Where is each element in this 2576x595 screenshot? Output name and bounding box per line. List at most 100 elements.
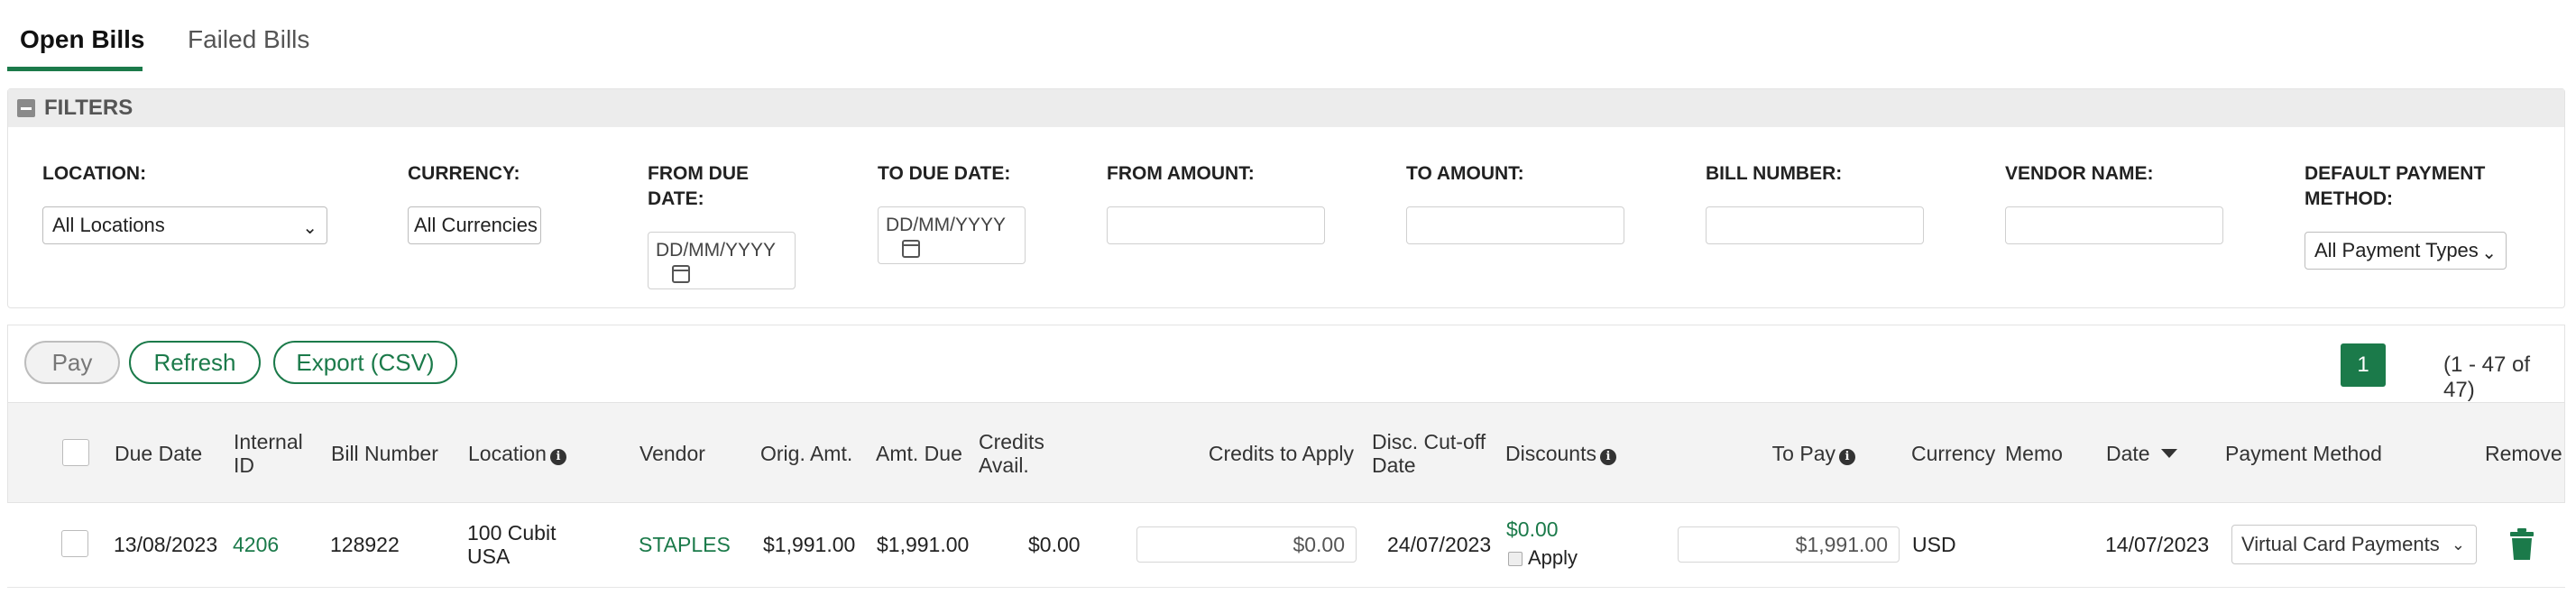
from-due-date-input[interactable]: DD/MM/YYYY bbox=[648, 232, 796, 289]
col-bill-number[interactable]: Bill Number bbox=[331, 442, 438, 465]
col-discounts[interactable]: Discounts i bbox=[1505, 442, 1616, 465]
col-internal-id-line2: ID bbox=[234, 453, 254, 477]
col-discounts-label: Discounts bbox=[1505, 442, 1596, 465]
currency-select-value: All Currencies bbox=[414, 214, 538, 236]
to-amount-label: TO AMOUNT: bbox=[1406, 163, 1524, 184]
col-due-date[interactable]: Due Date bbox=[115, 442, 202, 465]
apply-discount-checkbox[interactable] bbox=[1508, 552, 1523, 566]
tab-open-bills[interactable]: Open Bills bbox=[20, 25, 144, 54]
filters-panel: FILTERS LOCATION: All Locations ⌄ CURREN… bbox=[7, 88, 2565, 308]
refresh-button[interactable]: Refresh bbox=[129, 341, 261, 384]
col-memo[interactable]: Memo bbox=[2005, 442, 2063, 465]
location-select-value: All Locations bbox=[52, 214, 165, 236]
table-row: 13/08/2023 4206 128922 100 Cubit USA STA… bbox=[7, 503, 2565, 588]
row-due-date: 13/08/2023 bbox=[114, 533, 218, 556]
table-header: Due Date Internal ID Bill Number Locatio… bbox=[7, 402, 2565, 503]
default-payment-method-label-line2: METHOD: bbox=[2305, 188, 2393, 209]
col-to-pay-label: To Pay bbox=[1771, 442, 1835, 465]
to-due-date-label: TO DUE DATE: bbox=[878, 163, 1011, 184]
actions-bar: Pay Refresh Export (CSV) 1 (1 - 47 of 47… bbox=[7, 325, 2565, 402]
tab-failed-bills[interactable]: Failed Bills bbox=[188, 25, 309, 54]
col-location-label: Location bbox=[468, 442, 547, 465]
pay-button[interactable]: Pay bbox=[24, 341, 120, 384]
default-payment-method-value: All Payment Types bbox=[2314, 239, 2479, 261]
col-disc-cutoff-line2: Date bbox=[1372, 453, 1416, 477]
col-credits-avail-line1: Credits bbox=[979, 430, 1044, 453]
calendar-icon[interactable] bbox=[902, 240, 920, 258]
row-credits-to-apply-input[interactable]: $0.00 bbox=[1136, 526, 1357, 563]
chevron-down-icon: ⌄ bbox=[2451, 536, 2465, 554]
row-credits-avail: $0.00 bbox=[1028, 533, 1081, 556]
pagination-page-1[interactable]: 1 bbox=[2341, 343, 2386, 387]
row-to-pay-input[interactable]: $1,991.00 bbox=[1678, 526, 1900, 563]
trash-icon[interactable] bbox=[2509, 528, 2535, 561]
row-vendor-link[interactable]: STAPLES bbox=[639, 533, 731, 556]
chevron-down-icon: ⌄ bbox=[2481, 243, 2497, 263]
currency-label: CURRENCY: bbox=[408, 163, 520, 184]
pagination-info: (1 - 47 of 47) bbox=[2443, 352, 2531, 402]
from-amount-input[interactable] bbox=[1107, 206, 1325, 244]
vendor-name-label: VENDOR NAME: bbox=[2005, 163, 2154, 184]
row-internal-id-link[interactable]: 4206 bbox=[233, 533, 279, 556]
col-remove: Remove bbox=[2485, 442, 2562, 465]
to-due-date-input[interactable]: DD/MM/YYYY bbox=[878, 206, 1026, 264]
default-payment-method-label-line1: DEFAULT PAYMENT bbox=[2305, 163, 2486, 184]
from-due-date-label-line2: DATE: bbox=[648, 188, 704, 209]
col-credits-avail-line2: Avail. bbox=[979, 453, 1029, 477]
filters-header[interactable]: FILTERS bbox=[8, 89, 2564, 127]
row-location-line2: USA bbox=[467, 545, 511, 568]
col-payment-method[interactable]: Payment Method bbox=[2225, 442, 2382, 465]
tab-bar: Open Bills Failed Bills bbox=[0, 0, 2576, 72]
info-icon[interactable]: i bbox=[1839, 449, 1855, 465]
row-orig-amt: $1,991.00 bbox=[763, 533, 856, 556]
default-payment-method-select[interactable]: All Payment Types ⌄ bbox=[2305, 232, 2507, 270]
row-payment-method-value: Virtual Card Payments bbox=[2241, 533, 2440, 555]
row-payment-method-select[interactable]: Virtual Card Payments ⌄ bbox=[2231, 525, 2477, 564]
col-credits-avail[interactable]: Credits Avail. bbox=[979, 430, 1044, 477]
row-bill-number: 128922 bbox=[330, 533, 400, 556]
currency-select[interactable]: All Currencies bbox=[408, 206, 541, 244]
default-payment-method-label: DEFAULT PAYMENT METHOD: bbox=[2305, 161, 2485, 212]
col-internal-id[interactable]: Internal ID bbox=[234, 430, 303, 477]
from-due-date-placeholder: DD/MM/YYYY bbox=[656, 240, 777, 261]
row-date[interactable]: 14/07/2023 bbox=[2105, 533, 2209, 556]
active-tab-indicator bbox=[7, 67, 143, 71]
col-credits-to-apply[interactable]: Credits to Apply bbox=[1181, 442, 1354, 465]
chevron-down-icon: ⌄ bbox=[302, 218, 317, 238]
location-label: LOCATION: bbox=[42, 163, 147, 184]
col-disc-cutoff-line1: Disc. Cut-off bbox=[1372, 430, 1486, 453]
vendor-name-input[interactable] bbox=[2005, 206, 2223, 244]
to-amount-input[interactable] bbox=[1406, 206, 1624, 244]
col-orig-amt[interactable]: Orig. Amt. bbox=[760, 442, 852, 465]
col-internal-id-line1: Internal bbox=[234, 430, 303, 453]
row-disc-cutoff-date: 24/07/2023 bbox=[1387, 533, 1492, 556]
to-due-date-placeholder: DD/MM/YYYY bbox=[886, 215, 1007, 235]
col-disc-cutoff-date[interactable]: Disc. Cut-off Date bbox=[1372, 430, 1486, 477]
collapse-icon[interactable] bbox=[17, 99, 35, 117]
from-amount-label: FROM AMOUNT: bbox=[1107, 163, 1255, 184]
col-to-pay[interactable]: To Pay i bbox=[1722, 442, 1855, 465]
col-currency[interactable]: Currency bbox=[1911, 442, 1995, 465]
row-select-checkbox[interactable] bbox=[61, 530, 88, 557]
row-location-line1: 100 Cubit bbox=[467, 521, 557, 545]
location-select[interactable]: All Locations ⌄ bbox=[42, 206, 327, 244]
from-due-date-label: FROM DUE DATE: bbox=[648, 161, 749, 212]
info-icon[interactable]: i bbox=[1599, 449, 1616, 465]
bill-number-label: BILL NUMBER: bbox=[1706, 163, 1843, 184]
row-location: 100 Cubit USA bbox=[467, 521, 556, 568]
filters-title: FILTERS bbox=[44, 96, 133, 120]
export-csv-button[interactable]: Export (CSV) bbox=[273, 341, 457, 384]
info-icon[interactable]: i bbox=[549, 449, 566, 465]
col-location[interactable]: Location i bbox=[468, 442, 566, 465]
col-amt-due[interactable]: Amt. Due bbox=[876, 442, 962, 465]
apply-discount-label: Apply bbox=[1528, 546, 1578, 569]
select-all-checkbox[interactable] bbox=[62, 439, 89, 466]
row-discount-apply[interactable]: Apply bbox=[1508, 546, 1578, 570]
calendar-icon[interactable] bbox=[672, 265, 690, 283]
col-vendor[interactable]: Vendor bbox=[639, 442, 705, 465]
sort-descending-icon[interactable] bbox=[2160, 449, 2177, 458]
row-currency: USD bbox=[1912, 533, 1956, 556]
col-date[interactable]: Date bbox=[2106, 442, 2177, 465]
bill-number-input[interactable] bbox=[1706, 206, 1924, 244]
row-amt-due: $1,991.00 bbox=[877, 533, 970, 556]
